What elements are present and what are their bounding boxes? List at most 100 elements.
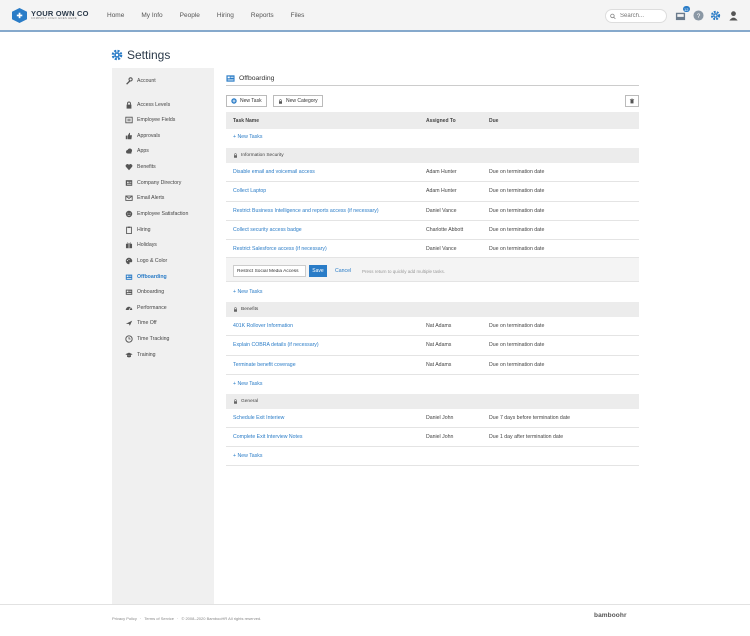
category-name: Benefits [241,307,259,312]
table-row: Explain COBRA details (if necessary) Nat… [226,336,639,356]
new-category-button[interactable]: New Category [273,95,323,107]
category-header: Benefits [226,302,639,317]
task-name-link[interactable]: Collect security access badge [233,227,302,233]
bamboohr-logo[interactable]: bamboohr [594,612,627,619]
gear-icon[interactable] [710,10,721,21]
task-due: Due on termination date [489,188,545,194]
table-header: Task Name Assigned To Due [226,112,639,129]
sidebar-item-offboarding[interactable]: Offboarding [124,272,167,282]
category-header: Information Security [226,148,639,163]
sidebar-item-approvals[interactable]: Approvals [124,131,160,141]
logo-mark: ✚ [12,8,27,23]
delete-button[interactable] [625,95,639,107]
cloud-icon [124,147,133,155]
table-row: Disable email and voicemail access Adam … [226,163,639,182]
footer-divider [0,604,750,605]
sidebar-item-hiring[interactable]: Hiring [124,225,151,235]
nav-home[interactable]: Home [107,12,124,19]
column-due[interactable]: Due [489,118,498,124]
task-due: Due on termination date [489,208,545,214]
task-name-link[interactable]: Schedule Exit Interiew [233,415,284,421]
task-due: Due 1 day after termination date [489,434,564,440]
page-title: Settings [111,48,170,62]
plane-icon [124,319,133,327]
sidebar-item-holidays[interactable]: Holidays [124,240,157,250]
help-icon[interactable]: ? [693,10,704,21]
sidebar-item-employee-fields[interactable]: Employee Fields [124,115,175,125]
task-name-link[interactable]: 401K Rollover Information [233,323,293,329]
company-logo[interactable]: ✚ YOUR OWN CO COMPANY LOGO GOES HERE [12,8,89,23]
sidebar-item-onboarding[interactable]: Onboarding [124,287,164,297]
palette-icon [124,257,133,265]
directory-icon [124,179,133,187]
privacy-policy-link[interactable]: Privacy Policy [112,616,137,621]
task-name-link[interactable]: Terminate benefit coverage [233,362,296,368]
sidebar-item-account[interactable]: Account [124,76,156,86]
sidebar-item-apps[interactable]: Apps [124,146,149,156]
gear-icon [111,49,123,61]
task-assignee: Adam Hunter [426,169,457,175]
add-tasks-link[interactable]: + New Tasks [233,453,262,459]
task-name-link[interactable]: Restrict Salesforce access (if necessary… [233,246,327,252]
category-name: General [241,399,259,404]
column-assigned-to[interactable]: Assigned To [426,118,456,124]
inbox-icon[interactable]: 12 [675,6,690,21]
category-name: Information Security [241,153,284,158]
table-row: Collect Laptop Adam Hunter Due on termin… [226,182,639,202]
sidebar-item-company-directory[interactable]: Company Directory [124,178,181,188]
sidebar-item-time-off[interactable]: Time Off [124,318,157,328]
table-row: Collect security access badge Charlotte … [226,221,639,240]
lock-icon [233,399,238,404]
search-input[interactable] [620,13,666,19]
gift-icon [124,241,133,249]
sidebar-item-benefits[interactable]: Benefits [124,162,156,172]
task-name-link[interactable]: Restrict Business Intelligence and repor… [233,208,379,214]
table-row: 401K Rollover Information Nat Adams Due … [226,317,639,336]
nav-my-info[interactable]: My Info [141,12,162,19]
sidebar-item-time-tracking[interactable]: Time Tracking [124,334,169,344]
sidebar-item-email-alerts[interactable]: Email Alerts [124,193,164,203]
nav-people[interactable]: People [180,12,200,19]
graduation-cap-icon [124,351,133,359]
divider [226,85,639,86]
task-name-input[interactable] [233,265,306,277]
task-name-link[interactable]: Collect Laptop [233,188,266,194]
sidebar-item-access-levels[interactable]: Access Levels [124,100,170,110]
cancel-button[interactable]: Cancel [335,268,351,274]
table-row: Schedule Exit Interiew Daniel John Due 7… [226,409,639,428]
category-header: General [226,394,639,409]
fields-icon [124,116,133,124]
lock-icon [233,153,238,158]
copyright-text: © 2008–2020 BambooHR All rights reserved… [181,616,262,621]
add-tasks-link[interactable]: + New Tasks [233,134,262,140]
nav-files[interactable]: Files [291,12,305,19]
svg-text:?: ? [697,13,701,20]
add-tasks-link[interactable]: + New Tasks [233,381,262,387]
task-assignee: Daniel John [426,434,454,440]
sidebar-item-performance[interactable]: Performance [124,303,167,313]
task-name-link[interactable]: Disable email and voicemail access [233,169,315,175]
user-icon[interactable] [728,10,739,21]
column-task-name[interactable]: Task Name [233,118,259,124]
nav-reports[interactable]: Reports [251,12,274,19]
new-task-button[interactable]: New Task [226,95,267,107]
task-name-link[interactable]: Complete Exit Interview Notes [233,434,302,440]
section-title: Offboarding [226,74,274,83]
add-tasks-link[interactable]: + New Tasks [233,289,262,295]
main-nav: Home My Info People Hiring Reports Files [107,12,321,19]
clipboard-icon [124,226,133,234]
nav-hiring[interactable]: Hiring [217,12,234,19]
task-due: Due on termination date [489,246,545,252]
footer-separator: · [177,616,179,621]
terms-of-service-link[interactable]: Terms of Service [144,616,174,621]
logo-tagline: COMPANY LOGO GOES HERE [31,17,78,21]
search-box[interactable] [605,9,667,23]
save-button[interactable]: Save [309,265,327,277]
section-title-text: Offboarding [239,75,275,82]
task-due: Due on termination date [489,323,545,329]
task-name-link[interactable]: Explain COBRA details (if necessary) [233,342,319,348]
sidebar-item-employee-satisfaction[interactable]: Employee Satisfaction [124,209,188,219]
sidebar-item-logo-color[interactable]: Logo & Color [124,256,167,266]
lock-icon [124,101,133,109]
sidebar-item-training[interactable]: Training [124,350,156,360]
